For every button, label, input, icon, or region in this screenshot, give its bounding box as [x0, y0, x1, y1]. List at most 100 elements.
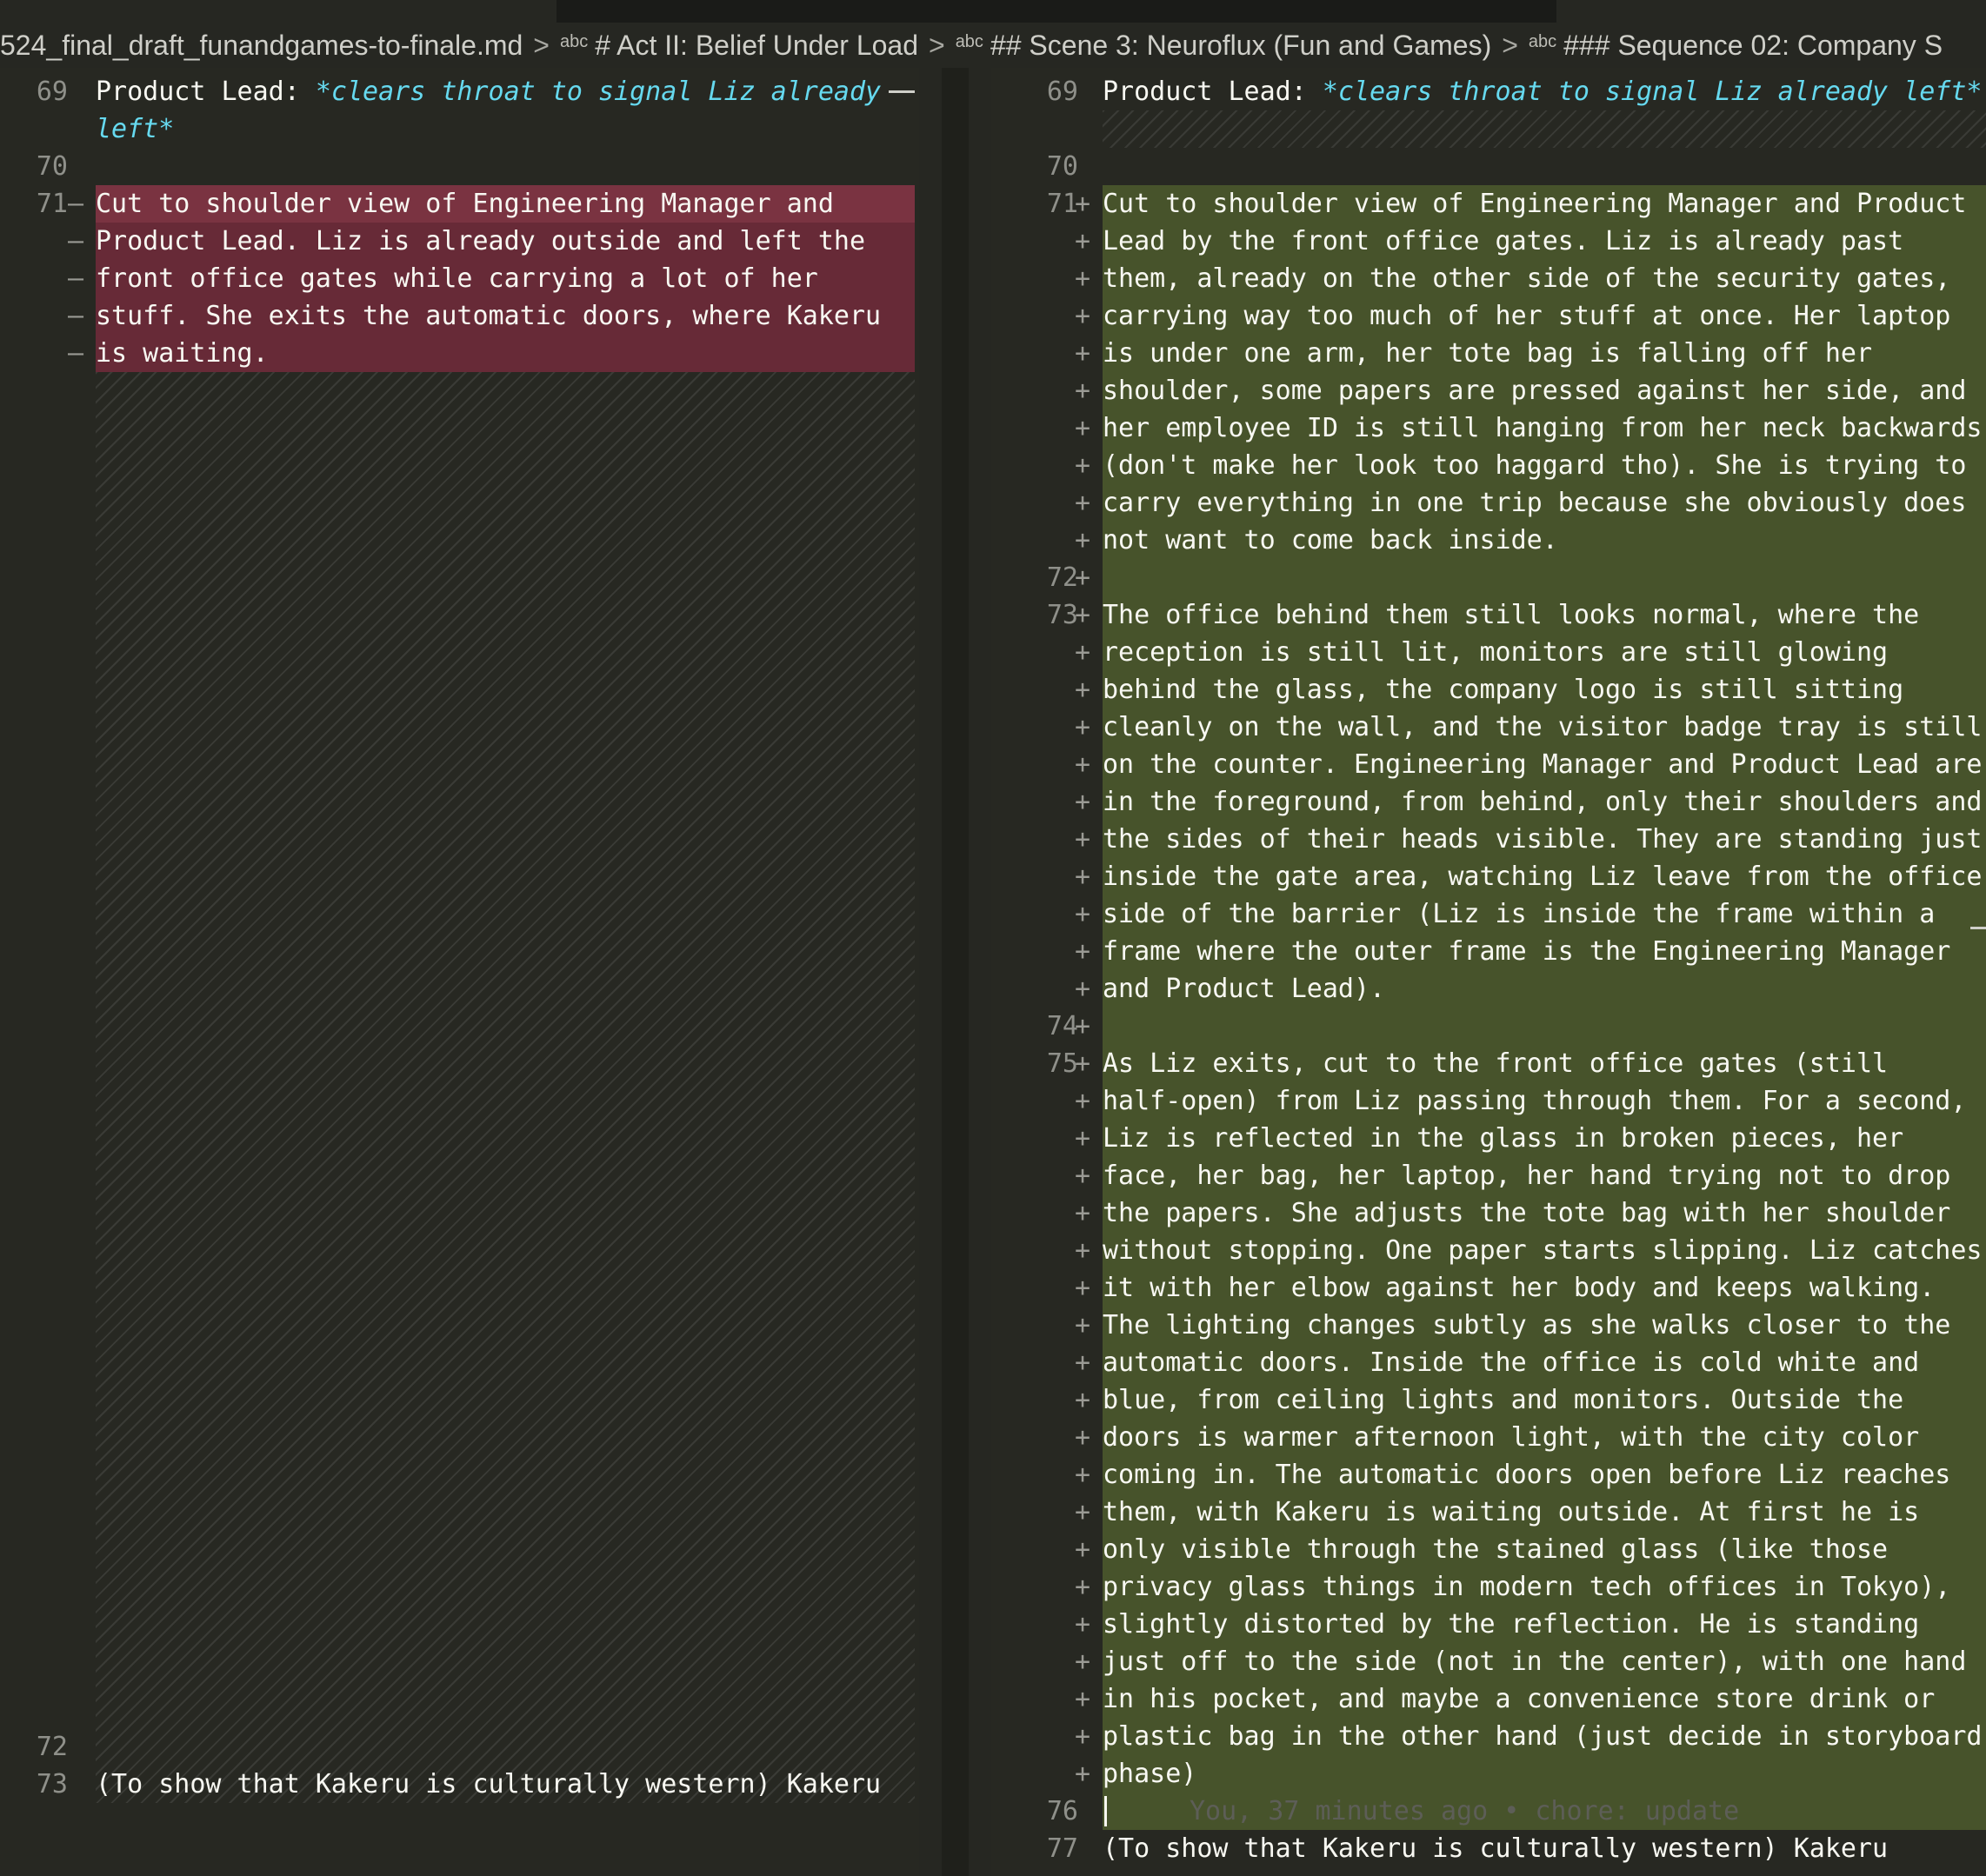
editor-line: + just off to the side (not in the center…	[991, 1643, 1986, 1680]
line-text: automatic doors. Inside the office is co…	[1103, 1344, 1919, 1381]
line-text: only visible through the stained glass (…	[1103, 1531, 1888, 1568]
diff-added-marker: +	[1075, 712, 1091, 742]
line-number	[0, 260, 68, 297]
editor-line: + plastic bag in the other hand (just dec…	[991, 1718, 1986, 1755]
line-number	[991, 260, 1078, 297]
diff-added-marker: +	[1075, 1011, 1091, 1041]
line-number: 70	[36, 151, 68, 182]
line-text: front office gates while carrying a lot …	[96, 260, 818, 297]
line-text: carrying way too much of her stuff at on…	[1103, 297, 1950, 335]
breadcrumb: 524_final_draft_funandgames-to-finale.md…	[0, 23, 1986, 68]
line-text: left*	[96, 110, 174, 148]
overview-ruler-mark	[1970, 927, 1986, 929]
diff-filler-region	[96, 372, 915, 1803]
line-text: Lead by the front office gates. Liz is a…	[1103, 223, 1903, 260]
diff-added-marker: +	[1075, 1460, 1091, 1490]
line-text: is waiting.	[96, 335, 269, 372]
diff-removed-marker: —	[68, 301, 84, 331]
diff-added-marker: +	[1075, 301, 1091, 331]
line-content: reception is still lit, monitors are sti…	[1103, 637, 1889, 668]
window-top-strip	[0, 0, 1986, 23]
line-content: only visible through the stained glass (…	[1103, 1534, 1889, 1565]
line-content: carrying way too much of her stuff at on…	[1103, 301, 1951, 331]
line-number	[991, 484, 1078, 522]
line-number	[991, 1755, 1078, 1793]
modified-scrollbar[interactable]	[969, 68, 991, 1876]
line-number	[991, 1493, 1078, 1531]
line-text: The lighting changes subtly as she walks…	[1103, 1307, 1950, 1344]
diff-added-marker: +	[1075, 1273, 1091, 1303]
italic-action-text: *clears throat to signal Liz already lef…	[1322, 77, 1983, 107]
editor-line: + carry everything in one trip because sh…	[991, 484, 1986, 522]
line-content: (To show that Kakeru is culturally weste…	[96, 1769, 882, 1799]
breadcrumb-file[interactable]: 524_final_draft_funandgames-to-finale.md	[0, 30, 523, 62]
line-content: stuff. She exits the automatic doors, wh…	[96, 301, 882, 331]
line-text: Product Lead: *clears throat to signal L…	[1103, 73, 1982, 110]
line-text: without stopping. One paper starts slipp…	[1103, 1232, 1982, 1269]
line-content: privacy glass things in modern tech offi…	[1103, 1572, 1951, 1602]
line-text: half-open) from Liz passing through them…	[1103, 1082, 1966, 1120]
diff-added-marker: +	[1075, 376, 1091, 406]
line-number	[991, 372, 1078, 409]
editor-line: + in the foreground, from behind, only th…	[991, 783, 1986, 821]
diff-removed-marker: —	[68, 189, 84, 219]
line-content: behind the glass, the company logo is st…	[1103, 675, 1904, 705]
line-content: inside the gate area, watching Liz leave…	[1103, 861, 1983, 892]
line-number	[991, 1419, 1078, 1456]
line-number: 72	[36, 1732, 68, 1762]
line-content: carry everything in one trip because she…	[1103, 488, 1967, 518]
diff-added-marker: +	[1075, 562, 1091, 593]
diff-original-pane[interactable]: 69 Product Lead: *clears throat to signal…	[0, 68, 919, 1876]
line-text: her employee ID is still hanging from he…	[1103, 409, 1982, 447]
italic-action-text: left*	[96, 114, 175, 144]
line-text: not want to come back inside.	[1103, 522, 1558, 559]
line-number: 71	[36, 189, 68, 219]
breadcrumb-section-sequence[interactable]: abc ### Sequence 02: Company S	[1529, 30, 1943, 62]
diff-added-marker: +	[1075, 1497, 1091, 1527]
line-text: cleanly on the wall, and the visitor bad…	[1103, 708, 1982, 746]
line-text: the sides of their heads visible. They a…	[1103, 821, 1982, 858]
breadcrumb-section-act[interactable]: abc # Act II: Belief Under Load	[560, 30, 918, 62]
line-number	[991, 821, 1078, 858]
line-number	[991, 1680, 1078, 1718]
line-number	[0, 110, 68, 148]
diff-added-marker: +	[1075, 936, 1091, 967]
editor-line: + Lead by the front office gates. Liz is …	[991, 223, 1986, 260]
editor-line: + reception is still lit, monitors are st…	[991, 634, 1986, 671]
editor-line: 70	[0, 148, 919, 185]
editor-line: + automatic doors. Inside the office is c…	[991, 1344, 1986, 1381]
diff-added-marker: +	[1075, 1572, 1091, 1602]
line-content: slightly distorted by the reflection. He…	[1103, 1609, 1920, 1640]
breadcrumb-section-scene[interactable]: abc ## Scene 3: Neuroflux (Fun and Games…	[956, 30, 1492, 62]
diff-added-marker: +	[1075, 1310, 1091, 1340]
line-number: 73	[1046, 600, 1078, 630]
editor-tab[interactable]	[0, 0, 556, 23]
editor-line: 75 + As Liz exits, cut to the front office…	[991, 1045, 1986, 1082]
line-content: is waiting.	[96, 338, 269, 369]
editor-line: + doors is warmer afternoon light, with t…	[991, 1419, 1986, 1456]
line-number	[991, 1120, 1078, 1157]
diff-divider	[919, 68, 991, 1876]
line-number	[991, 1643, 1078, 1680]
line-content: automatic doors. Inside the office is co…	[1103, 1347, 1920, 1378]
line-number	[991, 1718, 1078, 1755]
line-text: stuff. She exits the automatic doors, wh…	[96, 297, 881, 335]
editor-line: + inside the gate area, watching Liz leav…	[991, 858, 1986, 895]
diff-added-marker: +	[1075, 675, 1091, 705]
line-number	[0, 223, 68, 260]
diff-added-marker: +	[1075, 824, 1091, 855]
original-scrollbar[interactable]	[919, 68, 942, 1876]
title-bar-actions	[1556, 0, 1986, 23]
line-content: phase)	[1103, 1759, 1197, 1789]
diff-added-marker: +	[1075, 974, 1091, 1004]
editor-line: + phase)	[991, 1755, 1986, 1793]
line-text: in his pocket, and maybe a convenience s…	[1103, 1680, 1935, 1718]
diff-added-marker: +	[1075, 1235, 1091, 1266]
line-number	[991, 970, 1078, 1008]
line-text: frame where the outer frame is the Engin…	[1103, 933, 1950, 970]
diff-modified-pane[interactable]: 69 Product Lead: *clears throat to signal…	[991, 68, 1986, 1876]
line-content: frame where the outer frame is the Engin…	[1103, 936, 1951, 967]
line-text: in the foreground, from behind, only the…	[1103, 783, 1982, 821]
line-content: Cut to shoulder view of Engineering Mana…	[96, 189, 834, 219]
line-content: side of the barrier (Liz is inside the f…	[1103, 899, 1936, 929]
